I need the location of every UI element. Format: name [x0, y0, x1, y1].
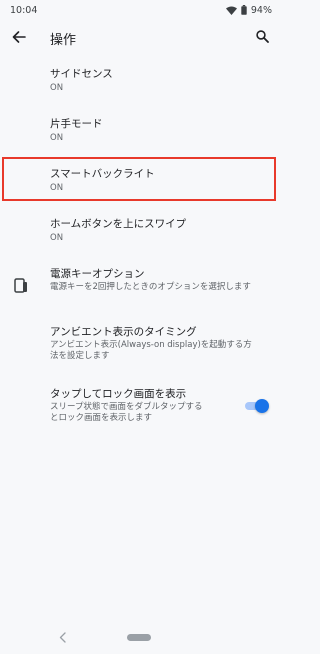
status-time: 10:04 [10, 4, 38, 16]
setting-item-summary: ON [50, 133, 64, 143]
tap-lock-screen-toggle[interactable] [243, 399, 269, 413]
setting-item-title: サイドセンス [50, 68, 113, 80]
setting-item-one-handed-mode[interactable]: 片手モード ON [0, 110, 280, 150]
navigation-bar [0, 622, 280, 654]
setting-item-title: 片手モード [50, 118, 103, 130]
search-icon [255, 29, 269, 43]
page-title: 操作 [50, 33, 77, 48]
setting-item-summary: ON [50, 233, 64, 243]
setting-item-summary-line1: アンビエント表示(Always-on display)を起動する方 [50, 340, 252, 350]
toggle-thumb [255, 399, 269, 413]
nav-home-pill[interactable] [127, 634, 151, 641]
setting-item-summary-line2: とロック画面を表示します [50, 413, 153, 423]
setting-item-title: タップしてロック画面を表示 [50, 388, 187, 400]
setting-item-smart-backlight[interactable]: スマートバックライト ON [0, 160, 280, 200]
setting-item-title: アンビエント表示のタイミング [50, 326, 197, 338]
nav-back-button[interactable] [55, 630, 69, 644]
setting-item-summary-line2: 法を設定します [50, 351, 110, 361]
status-bar: 10:04 94% [0, 0, 280, 20]
search-button[interactable] [253, 27, 271, 45]
arrow-left-icon [12, 31, 26, 43]
setting-item-title: ホームボタンを上にスワイプ [50, 218, 187, 230]
setting-item-swipe-up-home[interactable]: ホームボタンを上にスワイプ ON [0, 210, 280, 250]
setting-item-tap-to-show-lock-screen[interactable]: タップしてロック画面を表示 スリープ状態で画面をダブルタップする とロック画面を… [0, 380, 280, 430]
setting-item-power-key-options[interactable]: 電源キーオプション 電源キーを2回押したときのオプションを選択します [0, 260, 280, 300]
wifi-icon [225, 6, 237, 15]
chevron-left-icon [59, 631, 66, 643]
battery-percentage: 94% [250, 4, 272, 16]
setting-item-summary: 電源キーを2回押したときのオプションを選択します [50, 282, 251, 292]
setting-item-title: 電源キーオプション [50, 268, 145, 280]
phone-icon [14, 278, 27, 293]
setting-item-summary-line1: スリープ状態で画面をダブルタップする [50, 402, 203, 412]
app-bar: 操作 [0, 22, 280, 52]
setting-item-summary: ON [50, 183, 64, 193]
setting-item-ambient-display-timing[interactable]: アンビエント表示のタイミング アンビエント表示(Always-on displa… [0, 318, 280, 366]
setting-item-title: スマートバックライト [50, 168, 155, 180]
status-icons: 94% [225, 4, 272, 16]
setting-item-side-sense[interactable]: サイドセンス ON [0, 60, 280, 100]
battery-icon [241, 5, 247, 15]
setting-item-summary: ON [50, 83, 64, 93]
back-button[interactable] [10, 28, 28, 46]
